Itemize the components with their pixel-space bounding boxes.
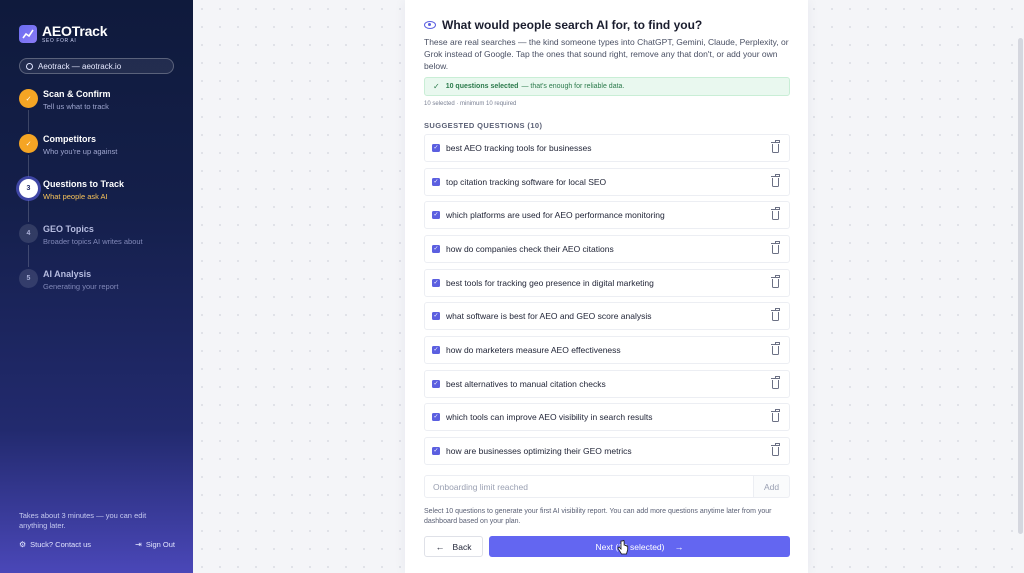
- step-questions-to-track[interactable]: 3 Questions to Track What people ask AI: [19, 177, 184, 213]
- check-icon: ✓: [19, 134, 38, 153]
- add-question-row: Onboarding limit reached Add: [424, 475, 790, 498]
- logo-chart-icon: [19, 25, 37, 43]
- checkbox[interactable]: ✓: [432, 380, 440, 388]
- question-item[interactable]: ✓ top citation tracking software for loc…: [424, 168, 790, 196]
- add-question-button[interactable]: Add: [754, 475, 790, 498]
- step-ai-analysis: 5 AI Analysis Generating your report: [19, 267, 184, 303]
- question-text: how do marketers measure AEO effectivene…: [446, 345, 621, 355]
- question-item[interactable]: ✓ how are businesses optimizing their GE…: [424, 437, 790, 465]
- question-text: best AEO tracking tools for businesses: [446, 143, 592, 153]
- checkbox[interactable]: ✓: [432, 245, 440, 253]
- step-number: 3: [19, 179, 38, 198]
- checkbox[interactable]: ✓: [432, 178, 440, 186]
- step-subtitle: Who you're up against: [43, 147, 118, 156]
- sidebar-note: Takes about 3 minutes — you can edit any…: [19, 511, 147, 530]
- trash-icon[interactable]: [771, 241, 780, 254]
- trash-icon[interactable]: [771, 174, 780, 187]
- success-banner: ✓ 10 questions selected — that's enough …: [424, 77, 790, 96]
- arrow-right-icon: →: [674, 541, 684, 552]
- contact-label: Stuck? Contact us: [30, 540, 92, 549]
- step-number: 4: [19, 224, 38, 243]
- step-title: GEO Topics: [43, 224, 94, 234]
- sign-out-button[interactable]: ⇥ Sign Out: [135, 540, 175, 549]
- globe-icon: [26, 62, 33, 70]
- brand-logo[interactable]: AEOTrack SEO FOR AI: [19, 23, 108, 44]
- trash-icon[interactable]: [771, 207, 780, 220]
- step-subtitle: Tell us what to track: [43, 102, 109, 111]
- question-text: how are businesses optimizing their GEO …: [446, 446, 632, 456]
- step-subtitle: What people ask AI: [43, 192, 108, 201]
- page-scrollbar[interactable]: [1018, 38, 1023, 534]
- trash-icon[interactable]: [771, 308, 780, 321]
- question-item[interactable]: ✓ how do marketers measure AEO effective…: [424, 336, 790, 364]
- step-geo-topics: 4 GEO Topics Broader topics AI writes ab…: [19, 222, 184, 258]
- question-text: which platforms are used for AEO perform…: [446, 210, 665, 220]
- footer-note: Select 10 questions to generate your fir…: [424, 508, 772, 525]
- success-count: 10 questions selected: [445, 83, 519, 90]
- trash-icon[interactable]: [771, 140, 780, 153]
- next-button[interactable]: Next (10 selected) →: [489, 536, 790, 557]
- contact-link[interactable]: ⚙ Stuck? Contact us: [19, 540, 91, 549]
- success-message: — that's enough for reliable data.: [521, 83, 625, 90]
- brand-tagline: SEO FOR AI: [42, 38, 77, 44]
- question-item[interactable]: ✓ best tools for tracking geo presence i…: [424, 269, 790, 297]
- step-scan-confirm[interactable]: ✓ Scan & Confirm Tell us what to track: [19, 87, 184, 123]
- check-icon: ✓: [433, 82, 440, 91]
- question-text: top citation tracking software for local…: [446, 177, 607, 187]
- question-item[interactable]: ✓ best alternatives to manual citation c…: [424, 370, 790, 398]
- checkbox[interactable]: ✓: [432, 144, 440, 152]
- sidebar: AEOTrack SEO FOR AI Aeotrack — aeotrack.…: [0, 0, 193, 573]
- step-title: Questions to Track: [43, 179, 125, 189]
- question-item[interactable]: ✓ which tools can improve AEO visibility…: [424, 403, 790, 431]
- trash-icon[interactable]: [771, 443, 780, 456]
- check-icon: ✓: [19, 89, 38, 108]
- brand-name: AEOTrack: [42, 23, 108, 39]
- project-label: Aeotrack — aeotrack.io: [38, 61, 122, 71]
- eye-icon: [424, 21, 436, 29]
- question-item[interactable]: ✓ what software is best for AEO and GEO …: [424, 302, 790, 330]
- question-item[interactable]: ✓ how do companies check their AEO citat…: [424, 235, 790, 263]
- step-number: 5: [19, 269, 38, 288]
- back-label: Back: [452, 541, 472, 552]
- checkbox[interactable]: ✓: [432, 312, 440, 320]
- step-title: Scan & Confirm: [43, 89, 111, 99]
- step-title: Competitors: [43, 134, 97, 144]
- step-subtitle: Broader topics AI writes about: [43, 237, 143, 246]
- selected-count: 10 selected · minimum 10 required: [424, 101, 517, 107]
- sign-out-icon: ⇥: [135, 540, 142, 549]
- question-text: how do companies check their AEO citatio…: [446, 244, 614, 254]
- add-question-input[interactable]: Onboarding limit reached: [424, 475, 754, 498]
- project-selector[interactable]: Aeotrack — aeotrack.io: [19, 58, 174, 74]
- checkbox[interactable]: ✓: [432, 346, 440, 354]
- checkbox[interactable]: ✓: [432, 413, 440, 421]
- next-label: Next (10 selected): [595, 541, 665, 552]
- checkbox[interactable]: ✓: [432, 447, 440, 455]
- back-button[interactable]: ← Back: [424, 536, 483, 557]
- page-description: These are real searches — the kind someo…: [424, 37, 789, 71]
- question-item[interactable]: ✓ which platforms are used for AEO perfo…: [424, 201, 790, 229]
- step-subtitle: Generating your report: [43, 282, 119, 291]
- question-text: best alternatives to manual citation che…: [446, 379, 606, 389]
- question-text: which tools can improve AEO visibility i…: [446, 412, 653, 422]
- step-competitors[interactable]: ✓ Competitors Who you're up against: [19, 132, 184, 168]
- sign-out-label: Sign Out: [145, 540, 175, 549]
- trash-icon[interactable]: [771, 409, 780, 422]
- checkbox[interactable]: ✓: [432, 279, 440, 287]
- question-text: what software is best for AEO and GEO sc…: [446, 311, 652, 321]
- hand-cursor-icon: [617, 540, 629, 555]
- question-item[interactable]: ✓ best AEO tracking tools for businesses: [424, 134, 790, 162]
- page-title: What would people search AI for, to find…: [442, 18, 703, 32]
- questions-card: What would people search AI for, to find…: [405, 0, 808, 573]
- arrow-left-icon: ←: [435, 541, 445, 552]
- trash-icon[interactable]: [771, 275, 780, 288]
- trash-icon[interactable]: [771, 342, 780, 355]
- question-text: best tools for tracking geo presence in …: [446, 278, 654, 288]
- step-title: AI Analysis: [43, 269, 92, 279]
- checkbox[interactable]: ✓: [432, 211, 440, 219]
- help-icon: ⚙: [19, 540, 27, 549]
- section-label: SUGGESTED QUESTIONS (10): [424, 121, 543, 130]
- trash-icon[interactable]: [771, 376, 780, 389]
